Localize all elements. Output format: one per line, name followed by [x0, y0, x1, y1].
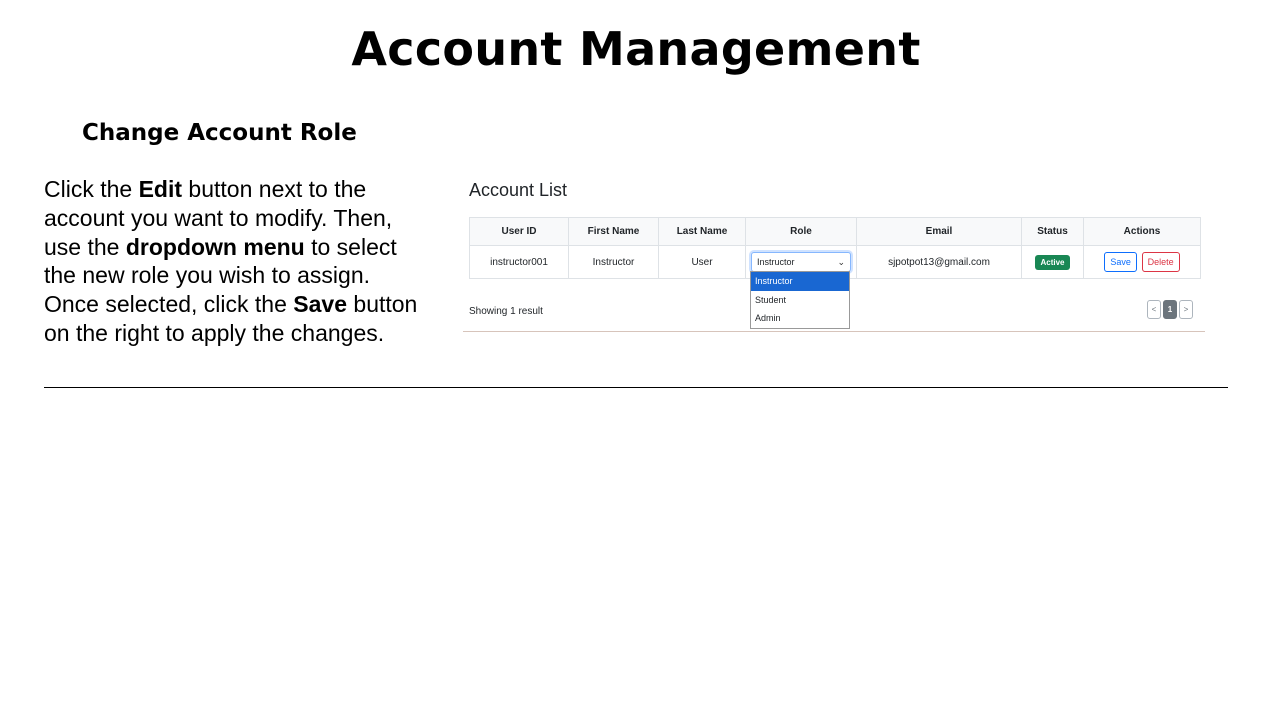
role-select-value: Instructor [757, 257, 795, 267]
page-1-button[interactable]: 1 [1163, 300, 1177, 319]
chevron-down-icon: ⌄ [837, 256, 845, 267]
role-option-student[interactable]: Student [751, 291, 849, 310]
role-option-instructor[interactable]: Instructor [751, 272, 849, 291]
instructions-text-1: Click the [44, 176, 139, 202]
role-dropdown-menu: Instructor Student Admin [750, 271, 850, 329]
prev-page-button[interactable]: < [1147, 300, 1161, 319]
cell-first-name: Instructor [568, 245, 659, 279]
save-button[interactable]: Save [1104, 252, 1137, 272]
cell-status: Active [1021, 245, 1084, 279]
instructions-bold-save: Save [293, 291, 348, 318]
cell-actions: Save Delete [1083, 245, 1201, 279]
instructions-bold-edit: Edit [138, 176, 183, 202]
slide-divider [44, 387, 1228, 388]
results-count: Showing 1 result [469, 306, 543, 317]
slide-title: Account Management [351, 22, 921, 76]
instructions-text: Click the Edit button next to the accoun… [44, 175, 424, 348]
column-header-first-name[interactable]: First Name [568, 217, 659, 246]
account-list-title: Account List [469, 180, 568, 200]
column-header-user-id[interactable]: User ID [469, 217, 569, 246]
panel-divider [463, 331, 1205, 332]
role-option-admin[interactable]: Admin [751, 309, 849, 328]
cell-user-id: instructor001 [469, 245, 569, 279]
column-header-email[interactable]: Email [856, 217, 1022, 246]
column-header-actions: Actions [1083, 217, 1201, 246]
account-table: User ID First Name Last Name Role Email … [469, 217, 1201, 279]
column-header-status[interactable]: Status [1021, 217, 1084, 246]
next-page-button[interactable]: > [1179, 300, 1193, 319]
account-list-screenshot: Account List User ID First Name Last Nam… [463, 172, 1205, 334]
cell-email: sjpotpot13@gmail.com [856, 245, 1022, 279]
role-select[interactable]: Instructor ⌄ [751, 252, 851, 272]
pagination: < 1 > [1147, 300, 1193, 319]
section-subtitle: Change Account Role [82, 120, 357, 146]
instructions-bold-dropdown: dropdown menu [125, 233, 305, 260]
delete-button[interactable]: Delete [1141, 252, 1180, 272]
column-header-role[interactable]: Role [745, 217, 857, 246]
column-header-last-name[interactable]: Last Name [658, 217, 746, 246]
table-header-row: User ID First Name Last Name Role Email … [469, 217, 1201, 246]
status-badge: Active [1035, 254, 1070, 270]
cell-last-name: User [658, 245, 746, 279]
